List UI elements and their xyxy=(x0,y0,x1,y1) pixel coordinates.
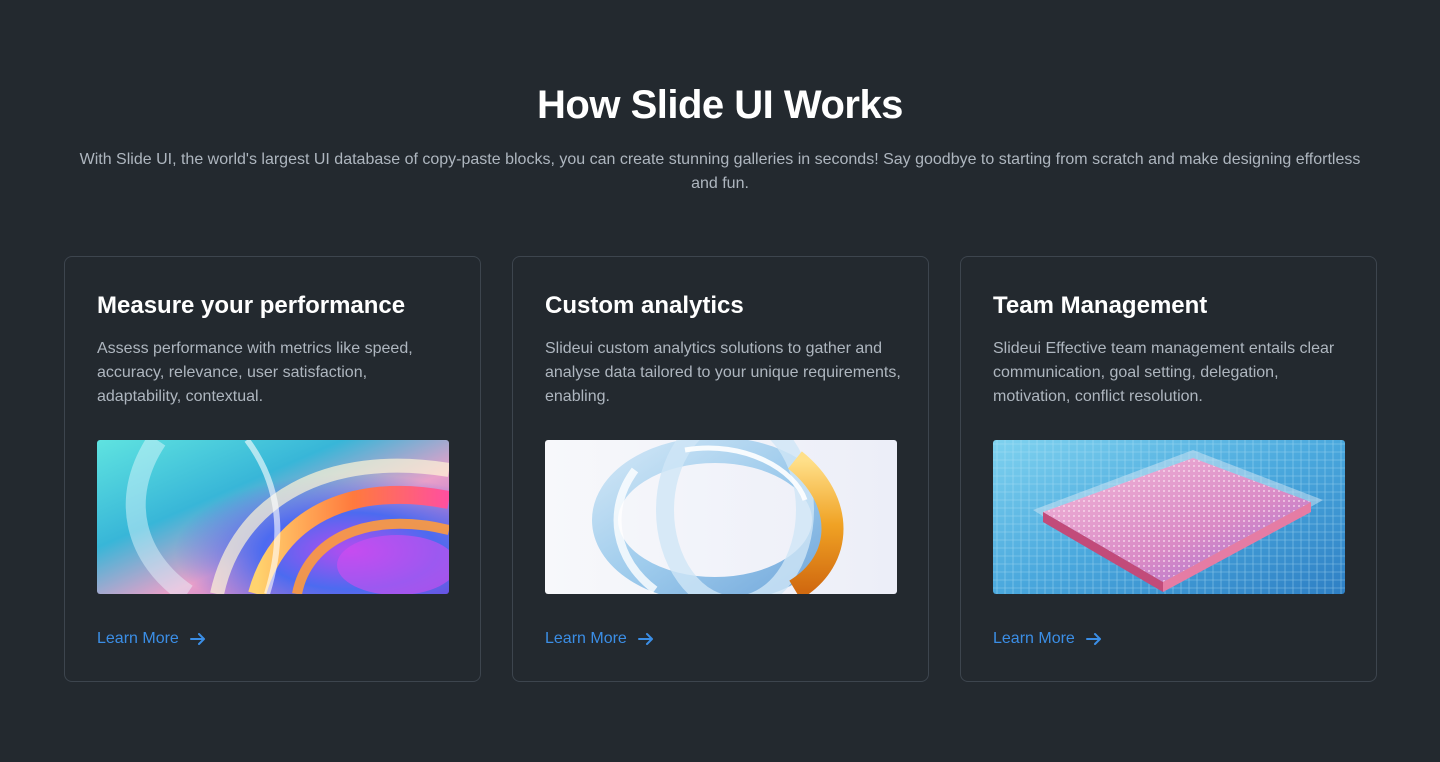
feature-cards: Measure your performance Assess performa… xyxy=(64,256,1377,682)
arrow-right-icon xyxy=(1085,633,1101,645)
section-header: How Slide UI Works With Slide UI, the wo… xyxy=(0,80,1440,196)
card-title: Measure your performance xyxy=(97,292,406,319)
feature-card-team: Team Management Slideui Effective team m… xyxy=(960,256,1377,682)
how-it-works-section: How Slide UI Works With Slide UI, the wo… xyxy=(0,0,1440,762)
learn-more-link[interactable]: Learn More xyxy=(545,627,655,651)
card-description: Slideui custom analytics solutions to ga… xyxy=(545,340,901,405)
section-subtitle: With Slide UI, the world's largest UI da… xyxy=(79,151,1361,192)
microchip-image xyxy=(993,440,1345,594)
arrow-right-icon xyxy=(189,633,205,645)
learn-more-label: Learn More xyxy=(993,630,1075,647)
learn-more-link[interactable]: Learn More xyxy=(97,627,207,651)
learn-more-label: Learn More xyxy=(545,630,627,647)
iridescent-swirl-image xyxy=(97,440,449,594)
card-title: Team Management xyxy=(993,292,1208,319)
card-description: Slideui Effective team management entail… xyxy=(993,340,1335,405)
arrow-right-icon xyxy=(637,633,653,645)
glass-rings-image xyxy=(545,440,897,594)
feature-card-analytics: Custom analytics Slideui custom analytic… xyxy=(512,256,929,682)
learn-more-label: Learn More xyxy=(97,630,179,647)
learn-more-link[interactable]: Learn More xyxy=(993,627,1103,651)
feature-card-performance: Measure your performance Assess performa… xyxy=(64,256,481,682)
card-description: Assess performance with metrics like spe… xyxy=(97,340,413,405)
section-title: How Slide UI Works xyxy=(537,83,903,127)
card-title: Custom analytics xyxy=(545,292,744,319)
